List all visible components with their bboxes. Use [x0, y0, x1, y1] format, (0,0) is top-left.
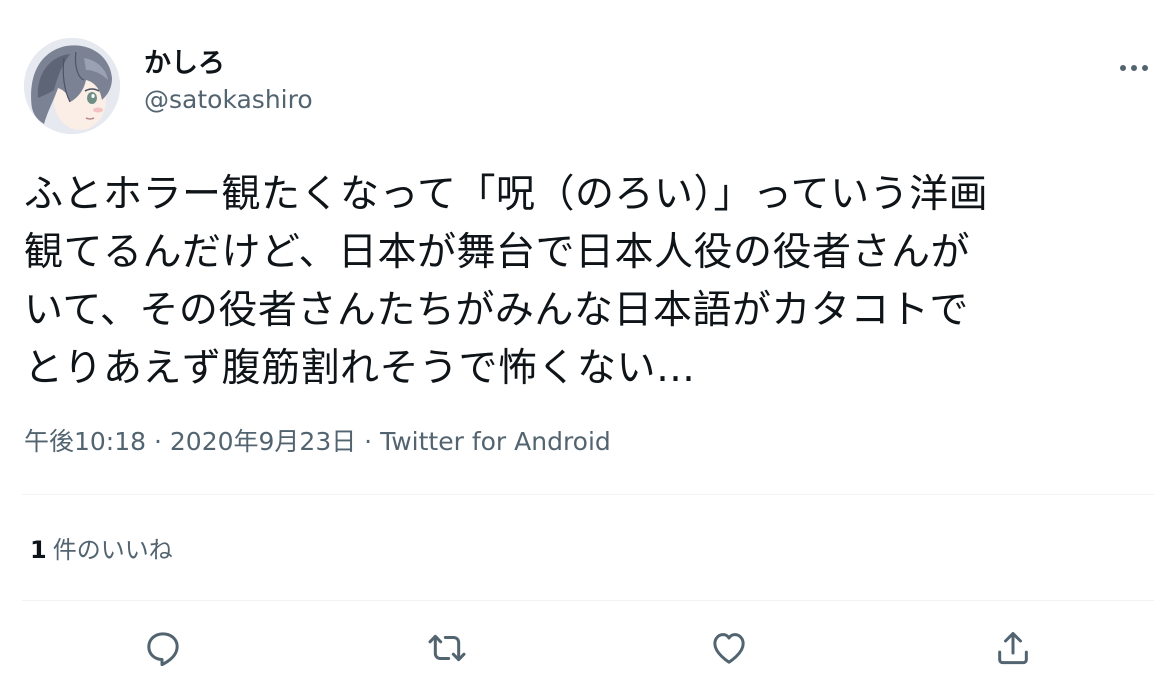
divider-top	[22, 494, 1154, 495]
meta-separator: ·	[356, 427, 381, 456]
heart-icon	[713, 633, 745, 664]
likes-count: 1	[30, 536, 47, 564]
meta-separator: ·	[146, 427, 170, 456]
more-options-button[interactable]	[1114, 48, 1154, 88]
tweet-date[interactable]: 2020年9月23日	[170, 427, 356, 456]
retweet-button[interactable]	[419, 620, 475, 676]
divider-bottom	[22, 600, 1154, 601]
like-button[interactable]	[701, 620, 757, 676]
tweet-header: かしろ @satokashiro	[24, 38, 1154, 134]
tweet-source[interactable]: Twitter for Android	[380, 427, 611, 456]
user-names: かしろ @satokashiro	[144, 46, 313, 118]
reply-button[interactable]	[135, 620, 191, 676]
action-bar	[0, 620, 1174, 676]
display-name[interactable]: かしろ	[144, 46, 313, 82]
likes-label: 件のいいね	[52, 536, 173, 564]
avatar-image	[24, 38, 120, 134]
user-handle[interactable]: @satokashiro	[144, 82, 313, 118]
tweet-time[interactable]: 午後10:18	[24, 427, 146, 456]
retweet-icon	[428, 634, 466, 662]
tweet-card: かしろ @satokashiro ふとホラー観たくなって「呪（のろい）」っていう…	[0, 0, 1174, 686]
more-dots-icon	[1120, 65, 1148, 71]
tweet-meta: 午後10:18 · 2020年9月23日 · Twitter for Andro…	[24, 424, 611, 460]
avatar[interactable]	[24, 38, 120, 134]
likes-stat[interactable]: 1 件のいいね	[30, 533, 173, 567]
share-icon	[998, 632, 1028, 665]
share-button[interactable]	[985, 620, 1041, 676]
tweet-text: ふとホラー観たくなって「呪（のろい）」っていう洋画 観てるんだけど、日本が舞台で…	[24, 172, 989, 391]
reply-icon	[147, 632, 179, 667]
